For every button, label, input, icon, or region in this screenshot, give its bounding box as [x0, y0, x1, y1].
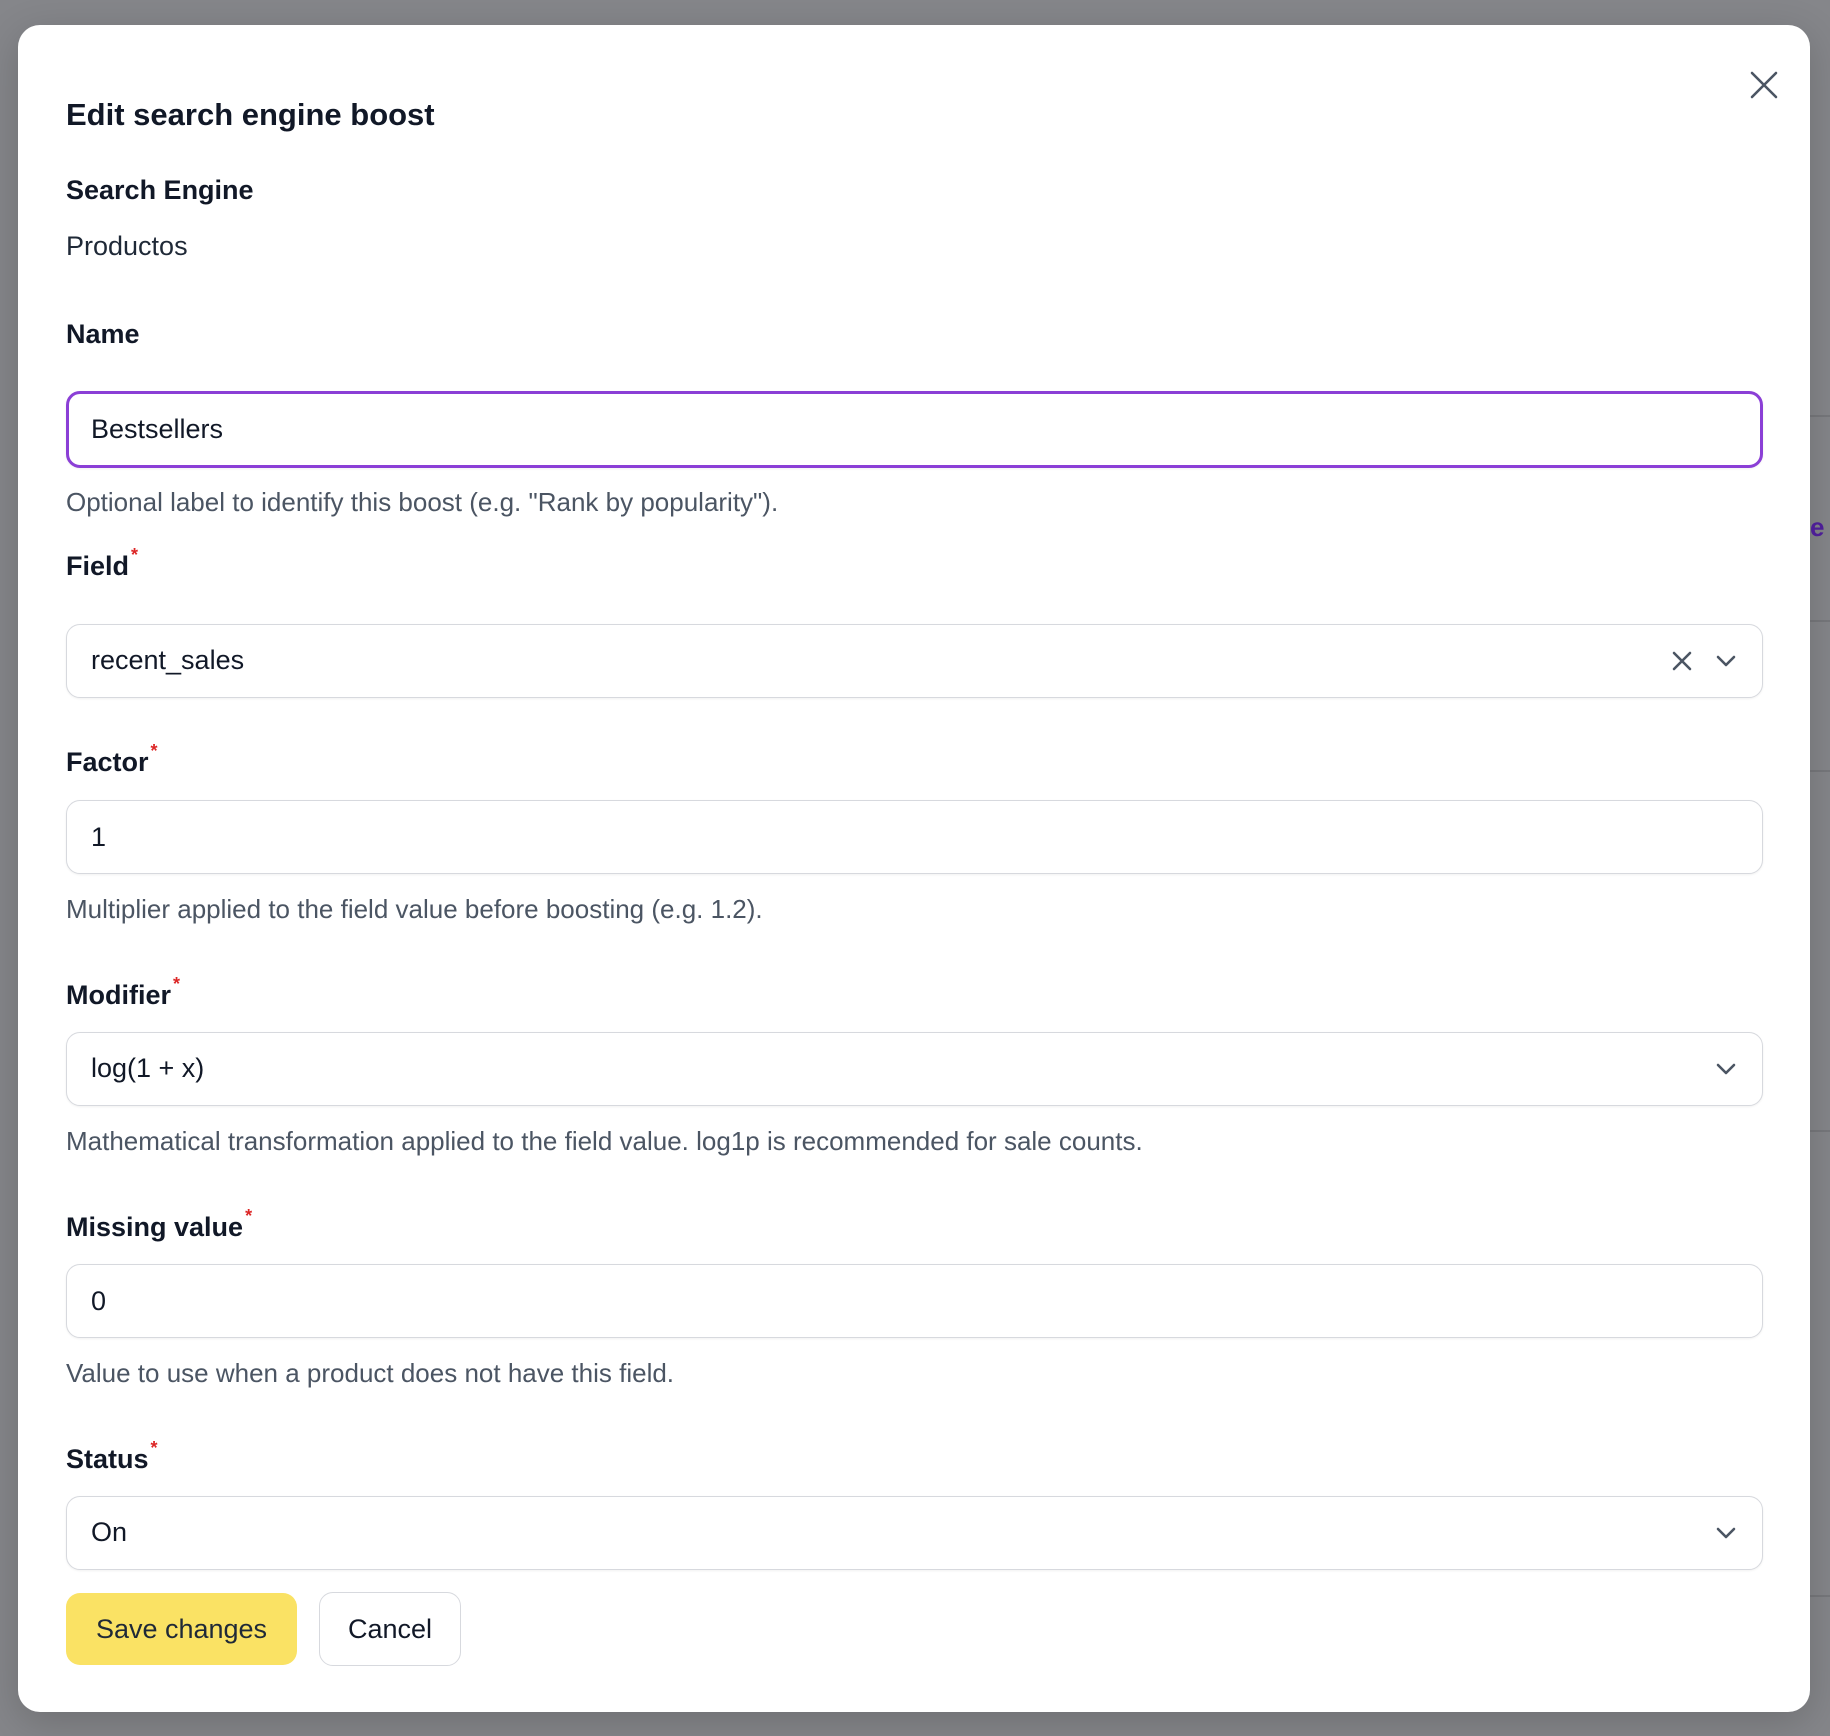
chevron-down-icon[interactable] [1712, 1519, 1740, 1547]
factor-input[interactable] [91, 801, 1651, 873]
required-mark: * [131, 545, 139, 565]
chevron-down-icon[interactable] [1712, 647, 1740, 675]
clear-icon[interactable] [1668, 647, 1696, 675]
factor-label: Factor * [66, 741, 158, 778]
required-mark: * [150, 741, 158, 761]
modifier-select[interactable]: log(1 + x) [66, 1032, 1763, 1106]
status-label-text: Status [66, 1444, 149, 1474]
missing-value-help-text: Value to use when a product does not hav… [66, 1358, 675, 1388]
name-help-text: Optional label to identify this boost (e… [66, 487, 779, 517]
name-field[interactable] [66, 391, 1763, 468]
field-label: Field * [66, 545, 138, 582]
modifier-help-text: Mathematical transformation applied to t… [66, 1126, 1143, 1156]
name-label: Name [66, 319, 140, 349]
factor-help-text: Multiplier applied to the field value be… [66, 894, 763, 924]
save-changes-button[interactable]: Save changes [66, 1593, 297, 1665]
missing-value-label: Missing value * [66, 1206, 252, 1243]
search-engine-label: Search Engine [66, 175, 254, 205]
field-select-value: recent_sales [91, 645, 245, 675]
modal-title: Edit search engine boost [66, 97, 435, 132]
field-select[interactable]: recent_sales [66, 624, 1763, 698]
status-label: Status * [66, 1438, 158, 1475]
missing-value-input[interactable] [91, 1265, 1651, 1337]
search-engine-value: Productos [66, 231, 188, 261]
modifier-label: Modifier * [66, 974, 180, 1011]
close-icon[interactable] [1742, 63, 1786, 107]
field-label-text: Field [66, 551, 130, 581]
missing-value-label-text: Missing value [66, 1212, 244, 1242]
factor-label-text: Factor [66, 747, 149, 777]
missing-value-field[interactable] [66, 1264, 1763, 1338]
edit-boost-modal: Edit search engine boost Search Engine P… [18, 25, 1810, 1712]
required-mark: * [173, 974, 181, 994]
status-select[interactable]: On [66, 1496, 1763, 1570]
required-mark: * [150, 1438, 158, 1458]
modifier-select-value: log(1 + x) [91, 1053, 205, 1083]
cancel-button[interactable]: Cancel [319, 1592, 461, 1666]
factor-field[interactable] [66, 800, 1763, 874]
status-select-value: On [91, 1517, 128, 1547]
required-mark: * [245, 1206, 253, 1226]
chevron-down-icon[interactable] [1712, 1055, 1740, 1083]
name-input[interactable] [91, 394, 1651, 465]
backdrop-peek-text: e [1810, 512, 1825, 542]
modifier-label-text: Modifier [66, 980, 171, 1010]
